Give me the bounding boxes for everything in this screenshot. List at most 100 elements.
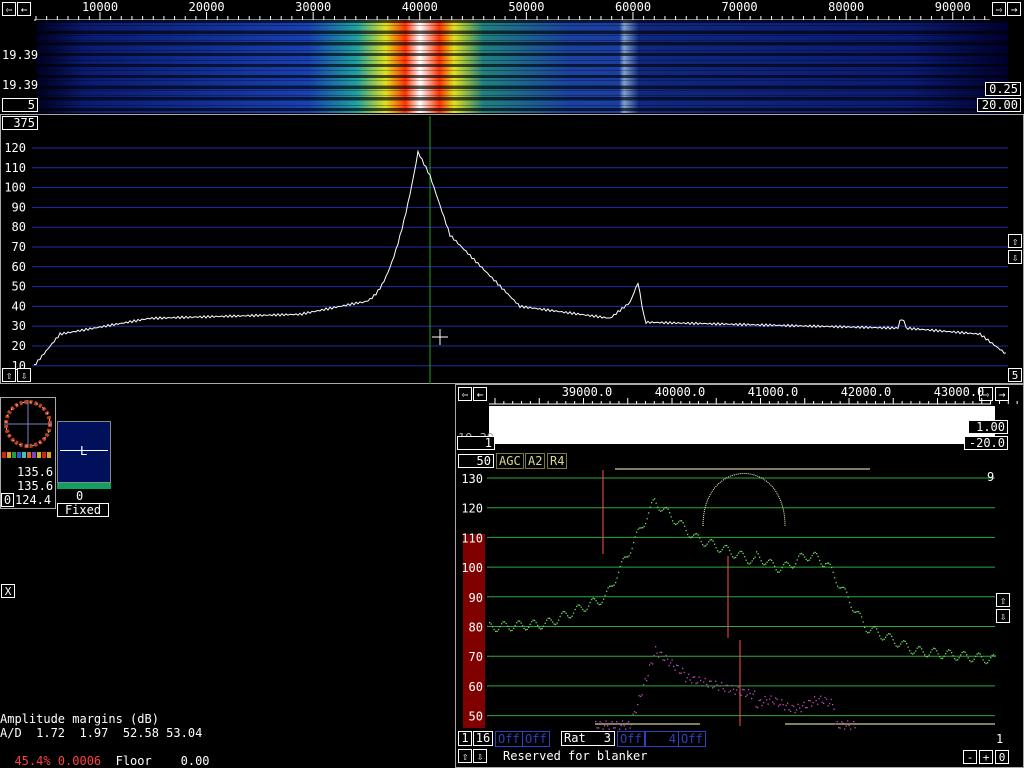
agc-panel[interactable]: L (57, 421, 111, 489)
bb-green-point (508, 628, 510, 630)
bb-magenta-point (787, 702, 789, 704)
bb-green-point (846, 591, 848, 593)
bb-green-point (591, 598, 593, 601)
bb-magenta-point (766, 699, 768, 701)
bb-green-point (547, 617, 549, 619)
spectrum-right-up-button[interactable]: ⇧ (1008, 234, 1022, 248)
waterfall-row (36, 49, 1008, 50)
bb-green-point (556, 622, 558, 624)
bb-green-point (801, 552, 803, 555)
bb-green-point (889, 633, 891, 635)
waterfall-gain-box[interactable]: 0.25 (985, 82, 1021, 96)
bb-green-point (867, 632, 869, 634)
baseband-box-right-2[interactable]: -20.0 (964, 436, 1008, 450)
main-spectrum-graph[interactable]: 120110100908070605040302010 (0, 114, 1024, 384)
bb-magenta-point (815, 699, 817, 702)
bb-magenta-point (724, 690, 726, 692)
waterfall-row (36, 57, 1008, 58)
bottom-box-16[interactable]: 16 (473, 731, 493, 746)
bb-magenta-point (814, 696, 816, 698)
bottom-off-button-2[interactable]: Off (522, 731, 550, 747)
waterfall-row (36, 74, 1008, 75)
plus-button[interactable]: + (979, 750, 993, 764)
bb-magenta-point (835, 723, 837, 725)
bb-green-point (769, 558, 771, 561)
bb-magenta-point (821, 701, 823, 704)
bottom-off-button-4[interactable]: Off (678, 731, 706, 747)
waterfall-row (36, 53, 1008, 54)
bottom-num-4-button[interactable]: 4 (645, 731, 679, 747)
waterfall-row (36, 22, 1008, 23)
spectrum-right-down-button[interactable]: ⇩ (1008, 250, 1022, 264)
waterfall-label-1: 19.39 (2, 48, 39, 62)
bb-magenta-point (637, 704, 639, 706)
bb-y-tick: 70 (469, 650, 483, 664)
bb-green-point (715, 547, 717, 549)
bb-magenta-point (611, 721, 613, 723)
bb-green-point (700, 540, 702, 543)
waterfall-display[interactable] (36, 20, 1008, 113)
bb-green-point (544, 622, 546, 624)
bb-magenta-point (673, 665, 675, 667)
bb-green-point (504, 621, 506, 623)
baseband-graph[interactable]: 130 120 110 100 90 80 70 60 50 9 (455, 466, 1024, 730)
bb-magenta-point (854, 727, 856, 729)
minus-button[interactable]: - (963, 750, 977, 764)
baseband-up-button[interactable]: ⇧ (996, 593, 1010, 607)
bb-y-tick: 110 (461, 531, 483, 545)
bb-magenta-point (826, 698, 828, 700)
waterfall-row (36, 94, 1008, 95)
bb-green-point (990, 657, 992, 659)
baseband-waterfall[interactable] (489, 406, 995, 444)
bottom-off-button-1[interactable]: Off (495, 731, 523, 747)
bb-magenta-point (664, 659, 666, 661)
bb-green-point (630, 552, 632, 554)
bottom-box-1[interactable]: 1 (458, 731, 472, 746)
smeter-corner-box[interactable]: 0 (1, 493, 14, 507)
bb-magenta-point (836, 720, 838, 723)
waterfall-avg-box[interactable]: 5 (2, 98, 38, 112)
bb-green-point (525, 629, 527, 631)
bb-green-point (789, 564, 791, 566)
bb-green-point (580, 606, 582, 608)
bottom-down-button[interactable]: ⇩ (473, 749, 487, 763)
bb-magenta-point (701, 685, 703, 687)
bottom-off-button-3[interactable]: Off (617, 731, 645, 747)
bb-green-point (736, 554, 738, 556)
bb-green-point (840, 587, 842, 589)
bb-green-point (957, 659, 959, 661)
bb-green-point (784, 561, 786, 564)
zero-button[interactable]: 0 (995, 750, 1009, 764)
bb-green-point (699, 537, 701, 539)
waterfall-row (36, 101, 1008, 102)
bb-green-point (625, 556, 627, 558)
bb-green-point (871, 627, 873, 629)
baseband-box-right-1[interactable]: 1.00 (968, 420, 1008, 434)
rat-control[interactable]: Rat 3 (561, 731, 615, 746)
waterfall-row (36, 107, 1008, 108)
close-button[interactable]: X (1, 584, 15, 598)
waterfall-row (36, 41, 1008, 42)
baseband-down-button[interactable]: ⇩ (996, 609, 1010, 623)
waterfall-row (36, 25, 1008, 26)
baseband-box-left[interactable]: 1 (457, 436, 495, 450)
spectrum-corner-box[interactable]: 5 (1008, 368, 1022, 382)
bb-green-point (583, 610, 585, 612)
bb-green-point (780, 569, 782, 572)
bottom-up-button[interactable]: ⇧ (458, 749, 472, 763)
bb-green-point (775, 569, 777, 571)
spectrum-down-button[interactable]: ⇩ (17, 368, 31, 382)
spectrum-up-button[interactable]: ⇧ (2, 368, 16, 382)
waterfall-row (36, 21, 1008, 22)
bb-green-point (532, 619, 534, 621)
waterfall-zero-box[interactable]: 20.00 (977, 98, 1021, 112)
bb-magenta-point (734, 693, 736, 695)
bb-green-point (600, 603, 602, 605)
bb-green-point (628, 555, 630, 557)
bb-right-number: 9 (987, 470, 994, 484)
bb-green-point (864, 626, 866, 628)
waterfall-row (36, 26, 1008, 27)
bb-green-point (511, 629, 513, 632)
bb-green-point (762, 563, 764, 565)
agc-mode-button[interactable]: Fixed (57, 503, 109, 517)
